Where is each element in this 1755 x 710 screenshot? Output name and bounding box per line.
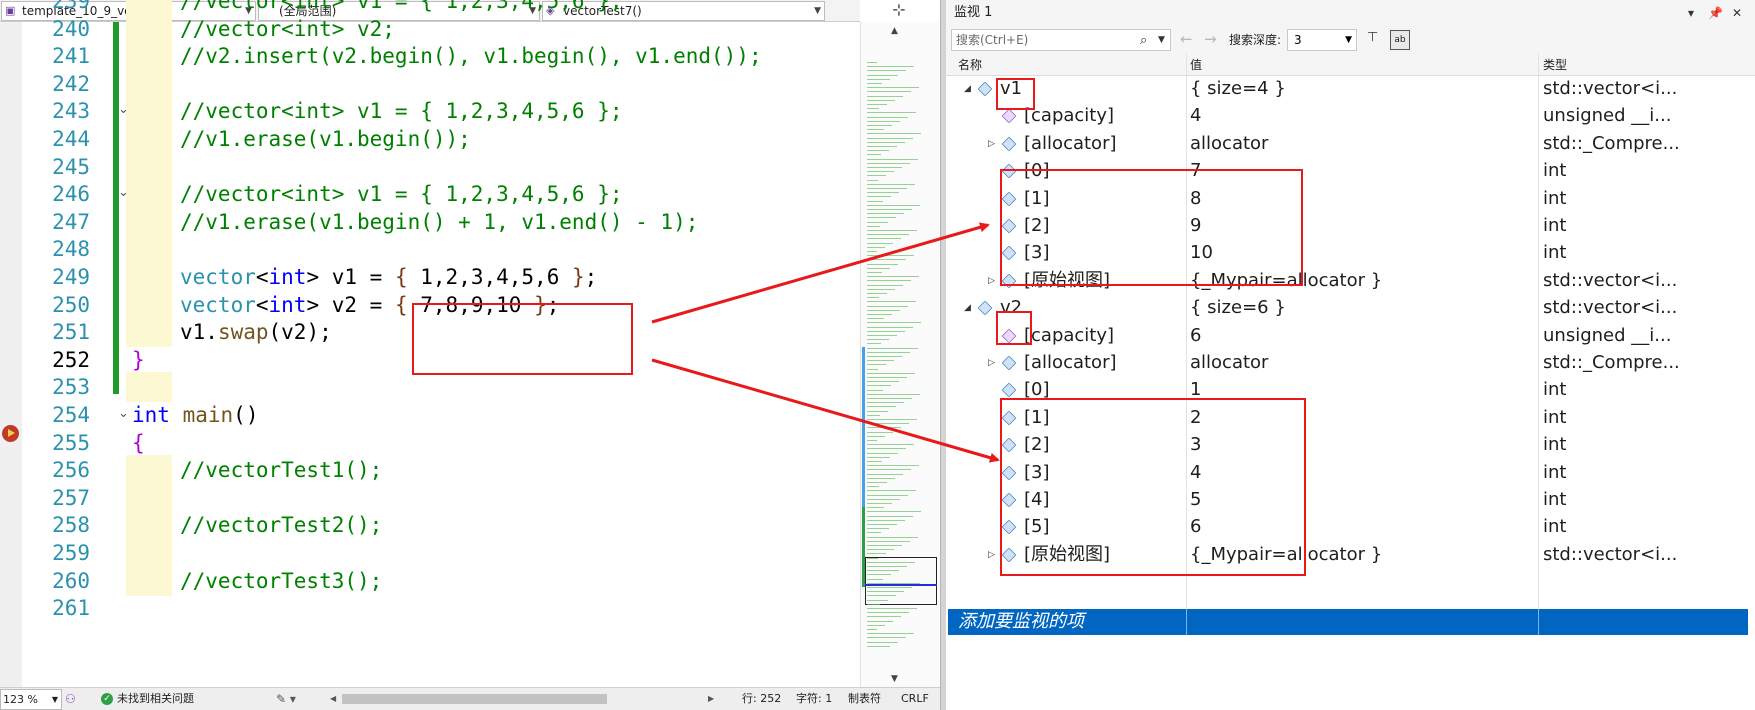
arrow-to-v2-elements xyxy=(651,358,1000,463)
arrow-to-v1-elements xyxy=(651,222,990,324)
annotation-arrows xyxy=(651,222,1000,463)
